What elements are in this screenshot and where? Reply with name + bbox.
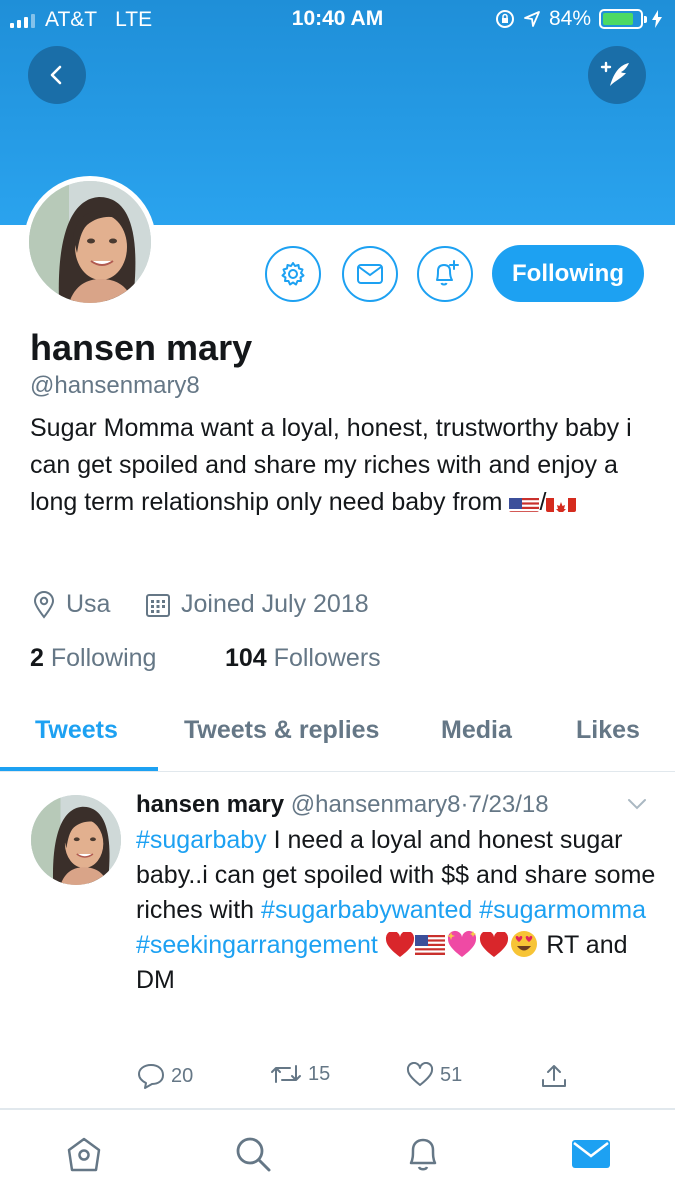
- back-button[interactable]: [28, 46, 86, 104]
- retweet-action[interactable]: 15: [270, 1062, 330, 1086]
- hashtag-link[interactable]: #sugarbabywanted: [261, 896, 472, 924]
- tweet-separator: ·: [460, 791, 469, 818]
- heart-eyes-emoji-icon: [510, 931, 537, 957]
- retweet-icon: [271, 1065, 301, 1083]
- tweet-avatar-photo: [31, 795, 121, 885]
- tweet-text: #sugarbaby I need a loyal and honest sug…: [136, 823, 656, 998]
- tweet-avatar[interactable]: [31, 795, 121, 885]
- tab-likes[interactable]: Likes: [576, 716, 640, 745]
- tab-tweets-replies[interactable]: Tweets & replies: [184, 716, 379, 745]
- followers-count: 104: [225, 644, 267, 672]
- share-icon: [542, 1065, 566, 1087]
- nav-notifications[interactable]: [401, 1132, 445, 1176]
- battery-icon: [599, 9, 647, 29]
- profile-joined: Joined July 2018: [145, 590, 369, 619]
- status-right: 84%: [495, 7, 663, 31]
- followers-label: Followers: [273, 644, 381, 672]
- settings-button[interactable]: [265, 246, 321, 302]
- chevron-left-icon: [50, 65, 62, 85]
- joined-text: Joined July 2018: [181, 590, 369, 618]
- tweet-header: hansen mary @hansenmary8·7/23/18: [136, 791, 549, 819]
- calendar-icon: [146, 593, 170, 617]
- battery-percent: 84%: [548, 7, 591, 30]
- tweet-author-name[interactable]: hansen mary: [136, 791, 284, 818]
- profile-handle: @hansenmary8: [30, 372, 200, 399]
- nav-home[interactable]: [62, 1132, 106, 1176]
- search-icon: [236, 1137, 271, 1172]
- followers-count-link[interactable]: 104 Followers: [225, 644, 381, 673]
- avatar[interactable]: [29, 181, 151, 303]
- tweet-date[interactable]: 7/23/18: [469, 791, 549, 818]
- status-bar: AT&T LTE 10:40 AM 84%: [0, 0, 675, 40]
- red-heart-icon: [479, 930, 508, 957]
- following-button[interactable]: Following: [492, 245, 644, 302]
- hashtag-link[interactable]: #sugarbaby: [136, 826, 267, 854]
- profile-tabs: Tweets Tweets & replies Media Likes: [0, 700, 675, 772]
- like-action[interactable]: 51: [406, 1062, 462, 1088]
- us-flag-icon: [509, 492, 540, 512]
- avatar-photo: [29, 181, 151, 303]
- profile-location: Usa: [32, 590, 110, 619]
- canada-flag-icon: [546, 492, 577, 512]
- message-button[interactable]: [342, 246, 398, 302]
- map-pin-icon: [33, 590, 55, 619]
- like-count: 51: [440, 1063, 463, 1086]
- emoji-group: [385, 930, 547, 959]
- profile-bio: Sugar Momma want a loyal, honest, trustw…: [30, 410, 650, 521]
- location-text: Usa: [66, 590, 111, 618]
- following-count: 2: [30, 644, 44, 672]
- bottom-nav: [0, 1110, 675, 1200]
- rotation-lock-icon: [495, 10, 514, 28]
- gear-icon: [281, 262, 305, 286]
- following-label: Following: [50, 644, 157, 672]
- bell-icon: [409, 1138, 437, 1171]
- red-heart-icon: [385, 930, 414, 957]
- nav-messages[interactable]: [569, 1132, 613, 1176]
- compose-tweet-button[interactable]: [588, 46, 646, 104]
- sparkling-heart-icon: [446, 930, 476, 957]
- tweet-author-handle[interactable]: @hansenmary8: [291, 791, 461, 818]
- hashtag-link[interactable]: #sugarmomma: [479, 896, 646, 924]
- active-tab-indicator: [0, 767, 158, 771]
- home-icon: [67, 1137, 101, 1172]
- charging-bolt-icon: [652, 10, 662, 28]
- profile-name: hansen mary: [30, 327, 253, 368]
- reply-count: 20: [171, 1064, 194, 1087]
- envelope-icon: [357, 264, 383, 284]
- location-arrow-icon: [524, 11, 540, 27]
- tab-media[interactable]: Media: [441, 716, 512, 745]
- chevron-down-icon[interactable]: [626, 797, 648, 811]
- heart-icon: [406, 1062, 434, 1086]
- bell-plus-icon: [436, 260, 459, 286]
- following-count-link[interactable]: 2 Following: [30, 644, 156, 673]
- reply-icon: [138, 1064, 164, 1089]
- profile-avatar-frame: [24, 176, 156, 308]
- mail-icon: [572, 1140, 610, 1168]
- compose-icon: [600, 61, 629, 86]
- retweet-count: 15: [308, 1062, 331, 1085]
- nav-search[interactable]: [231, 1132, 275, 1176]
- bio-separator: /: [539, 488, 547, 516]
- us-flag-icon: [414, 935, 445, 955]
- share-action[interactable]: [540, 1062, 568, 1090]
- hashtag-link[interactable]: #seekingarrangement: [136, 931, 378, 959]
- notifications-toggle-button[interactable]: [417, 246, 473, 302]
- reply-action[interactable]: 20: [137, 1062, 193, 1090]
- tab-tweets[interactable]: Tweets: [35, 716, 118, 745]
